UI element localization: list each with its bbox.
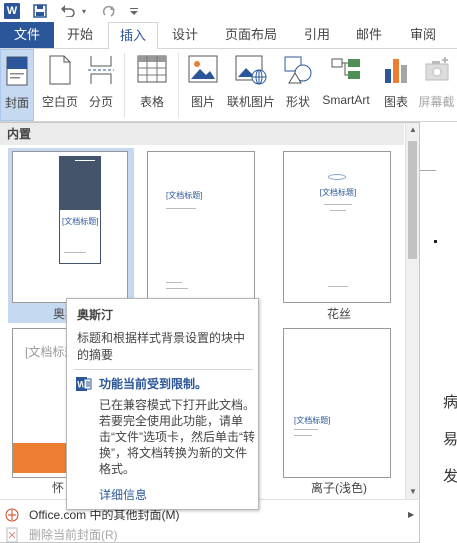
margin-mark <box>418 170 436 200</box>
online-picture-label: 联机图片 <box>226 95 275 109</box>
cover-text-line <box>324 204 352 205</box>
tab-review[interactable]: 审阅 <box>400 22 446 48</box>
table-icon <box>137 55 167 87</box>
ribbon-insert: 封面 空白页 分页 表格 图片 联机图片 形状 SmartArt 图表 屏幕截 <box>0 48 457 122</box>
gallery-scrollbar[interactable]: ▲ ▼ <box>405 123 419 499</box>
document-text: 发 <box>443 467 457 485</box>
cover-title-placeholder: [文档标题] <box>62 217 99 226</box>
document-text: 病 <box>443 393 457 411</box>
chart-label: 图表 <box>383 95 408 109</box>
cover-text-line <box>294 429 318 430</box>
customize-qat-icon[interactable] <box>128 2 140 20</box>
scroll-up-icon[interactable]: ▲ <box>406 123 420 137</box>
cover-preview: [文档标题] <box>283 328 391 478</box>
remove-cover-label: 删除当前封面(R) <box>29 528 118 542</box>
chart-button[interactable]: 图表 <box>380 49 412 121</box>
submenu-arrow-icon: ▶ <box>408 510 415 519</box>
cover-text-line <box>166 288 188 289</box>
save-icon[interactable] <box>31 2 49 20</box>
shapes-icon <box>283 55 313 87</box>
tooltip-warning-body: 已在兼容模式下打开此文档。若要完全使用此功能，请单击“文件”选项卡，然后单击“转… <box>99 398 256 476</box>
cover-text-line <box>166 282 182 283</box>
cover-page-label: 封面 <box>4 96 29 110</box>
smartart-icon <box>330 55 362 87</box>
tab-insert[interactable]: 插入 <box>108 22 158 49</box>
picture-button[interactable]: 图片 <box>184 49 222 121</box>
shapes-label: 形状 <box>285 95 310 109</box>
undo-icon[interactable] <box>58 2 78 20</box>
screenshot-icon <box>423 55 451 87</box>
cover-text-line <box>330 210 346 211</box>
undo-dropdown-icon[interactable]: ▾ <box>79 2 89 20</box>
chart-icon <box>382 55 410 87</box>
tooltip-divider <box>74 369 253 370</box>
cover-page-icon <box>6 56 28 88</box>
tab-page-layout[interactable]: 页面布局 <box>218 22 284 48</box>
cover-tooltip: 奥斯汀 标题和根据样式背景设置的块中的摘要 W 功能当前受到限制。 已在兼容模式… <box>66 298 259 510</box>
cover-text-line <box>64 252 86 253</box>
scroll-down-icon[interactable]: ▼ <box>406 485 420 499</box>
cover-title-placeholder: [文档标题] <box>319 188 357 197</box>
cover-thumbnail-2[interactable]: [文档标题] <box>140 148 266 323</box>
cover-text-line <box>328 286 348 287</box>
cover-block <box>59 156 101 210</box>
page-break-label: 分页 <box>88 95 113 109</box>
thumbnail-caption: 离子(浅色) <box>311 481 367 495</box>
cover-page-button[interactable]: 封面 <box>0 49 34 121</box>
filigree-ornament <box>328 174 346 180</box>
blank-page-icon <box>49 55 71 87</box>
screenshot-button[interactable]: 屏幕截 <box>416 49 457 121</box>
scroll-thumb[interactable] <box>408 141 417 259</box>
redo-icon[interactable] <box>100 2 118 20</box>
cover-block: [文档标题] <box>59 210 101 264</box>
tooltip-title: 奥斯汀 <box>77 308 114 322</box>
smartart-label: SmartArt <box>322 93 370 107</box>
cover-preview: [文档标题] <box>283 151 391 303</box>
thumbnail-caption: 花丝 <box>326 307 351 321</box>
tab-references[interactable]: 引用 <box>294 22 340 48</box>
tab-home[interactable]: 开始 <box>56 22 104 48</box>
table-button[interactable]: 表格 <box>132 49 172 121</box>
cover-thumbnail-ion-light[interactable]: [文档标题] 离子(浅色) <box>276 326 402 495</box>
quick-access-toolbar: W ▾ <box>0 0 457 22</box>
smartart-button[interactable]: SmartArt <box>318 49 374 121</box>
document-text: 易 <box>443 430 457 448</box>
cover-preview: [文档标题] <box>12 151 128 303</box>
page-break-icon <box>88 55 114 87</box>
word-app-icon: W <box>4 3 20 19</box>
cover-text-line <box>75 160 95 161</box>
table-label: 表格 <box>139 95 164 109</box>
picture-icon <box>188 55 218 87</box>
tab-design[interactable]: 设计 <box>162 22 208 48</box>
blank-page-label: 空白页 <box>41 95 78 109</box>
cover-title-placeholder: [文档标题] <box>294 416 331 425</box>
picture-label: 图片 <box>190 95 215 109</box>
ribbon-separator <box>124 53 125 117</box>
tab-file[interactable]: 文件 <box>0 22 54 48</box>
cover-thumbnail-austin[interactable]: [文档标题] 奥斯汀 <box>8 148 134 323</box>
gallery-section-header: 内置 <box>0 123 404 145</box>
blank-page-button[interactable]: 空白页 <box>40 49 80 121</box>
shapes-button[interactable]: 形状 <box>282 49 314 121</box>
cover-preview: [文档标题] <box>147 151 255 303</box>
remove-cover-menu-item[interactable]: 删除当前封面(R) <box>0 526 420 543</box>
online-picture-button[interactable]: 联机图片 <box>224 49 278 121</box>
remove-cover-icon <box>4 527 20 543</box>
cover-text-line <box>166 208 196 209</box>
cover-thumbnail-filigree[interactable]: [文档标题] 花丝 <box>276 148 402 323</box>
tab-mailings[interactable]: 邮件 <box>346 22 392 48</box>
tooltip-warning-title: 功能当前受到限制。 <box>99 377 208 391</box>
bullet-mark <box>434 240 437 243</box>
online-picture-icon <box>235 55 267 87</box>
tooltip-more-info-link[interactable]: 详细信息 <box>99 486 147 503</box>
page-break-button[interactable]: 分页 <box>84 49 118 121</box>
screenshot-label: 屏幕截 <box>418 95 455 109</box>
tooltip-description: 标题和根据样式背景设置的块中的摘要 <box>77 331 246 362</box>
office-com-icon <box>4 507 20 523</box>
cover-text-line <box>294 435 312 436</box>
ribbon-tabs: 文件 开始 插入 设计 页面布局 引用 邮件 审阅 <box>0 22 457 49</box>
ribbon-separator <box>178 53 179 117</box>
word-compat-icon: W <box>76 376 92 392</box>
cover-title-placeholder: [文档标题] <box>166 191 203 200</box>
